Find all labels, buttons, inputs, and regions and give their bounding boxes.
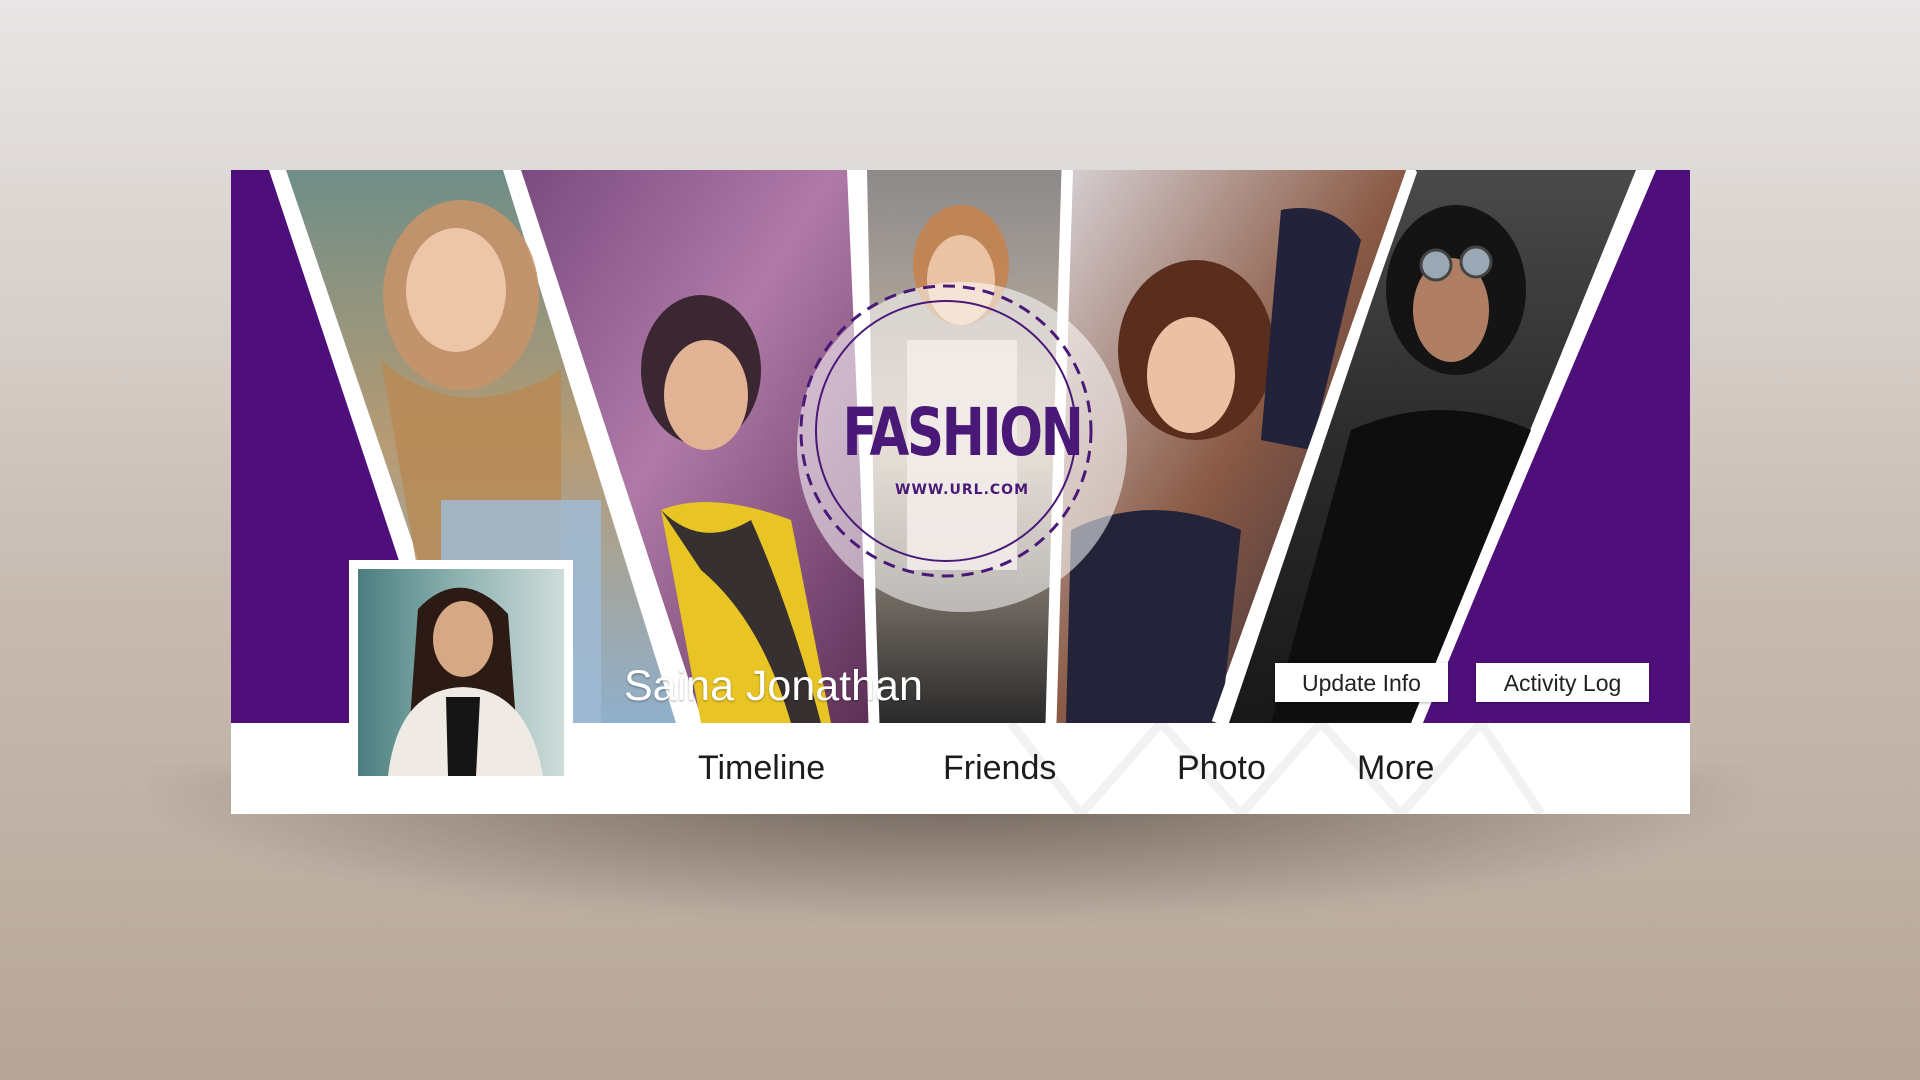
brand-title: FASHION — [842, 394, 1084, 471]
activity-log-button[interactable]: Activity Log — [1476, 663, 1649, 702]
profile-cover-card: FASHION WWW.URL.COM Saina Jonathan Updat… — [231, 170, 1690, 814]
tab-friends[interactable]: Friends — [943, 723, 1056, 814]
brand-emblem: FASHION WWW.URL.COM — [797, 282, 1127, 612]
update-info-button[interactable]: Update Info — [1275, 663, 1448, 702]
avatar[interactable] — [349, 560, 573, 785]
profile-name[interactable]: Saina Jonathan — [624, 662, 923, 711]
tab-photo[interactable]: Photo — [1177, 723, 1266, 814]
tab-more[interactable]: More — [1357, 723, 1434, 814]
profile-picture — [358, 569, 564, 776]
brand-url: WWW.URL.COM — [895, 482, 1029, 498]
tab-timeline[interactable]: Timeline — [698, 723, 825, 814]
